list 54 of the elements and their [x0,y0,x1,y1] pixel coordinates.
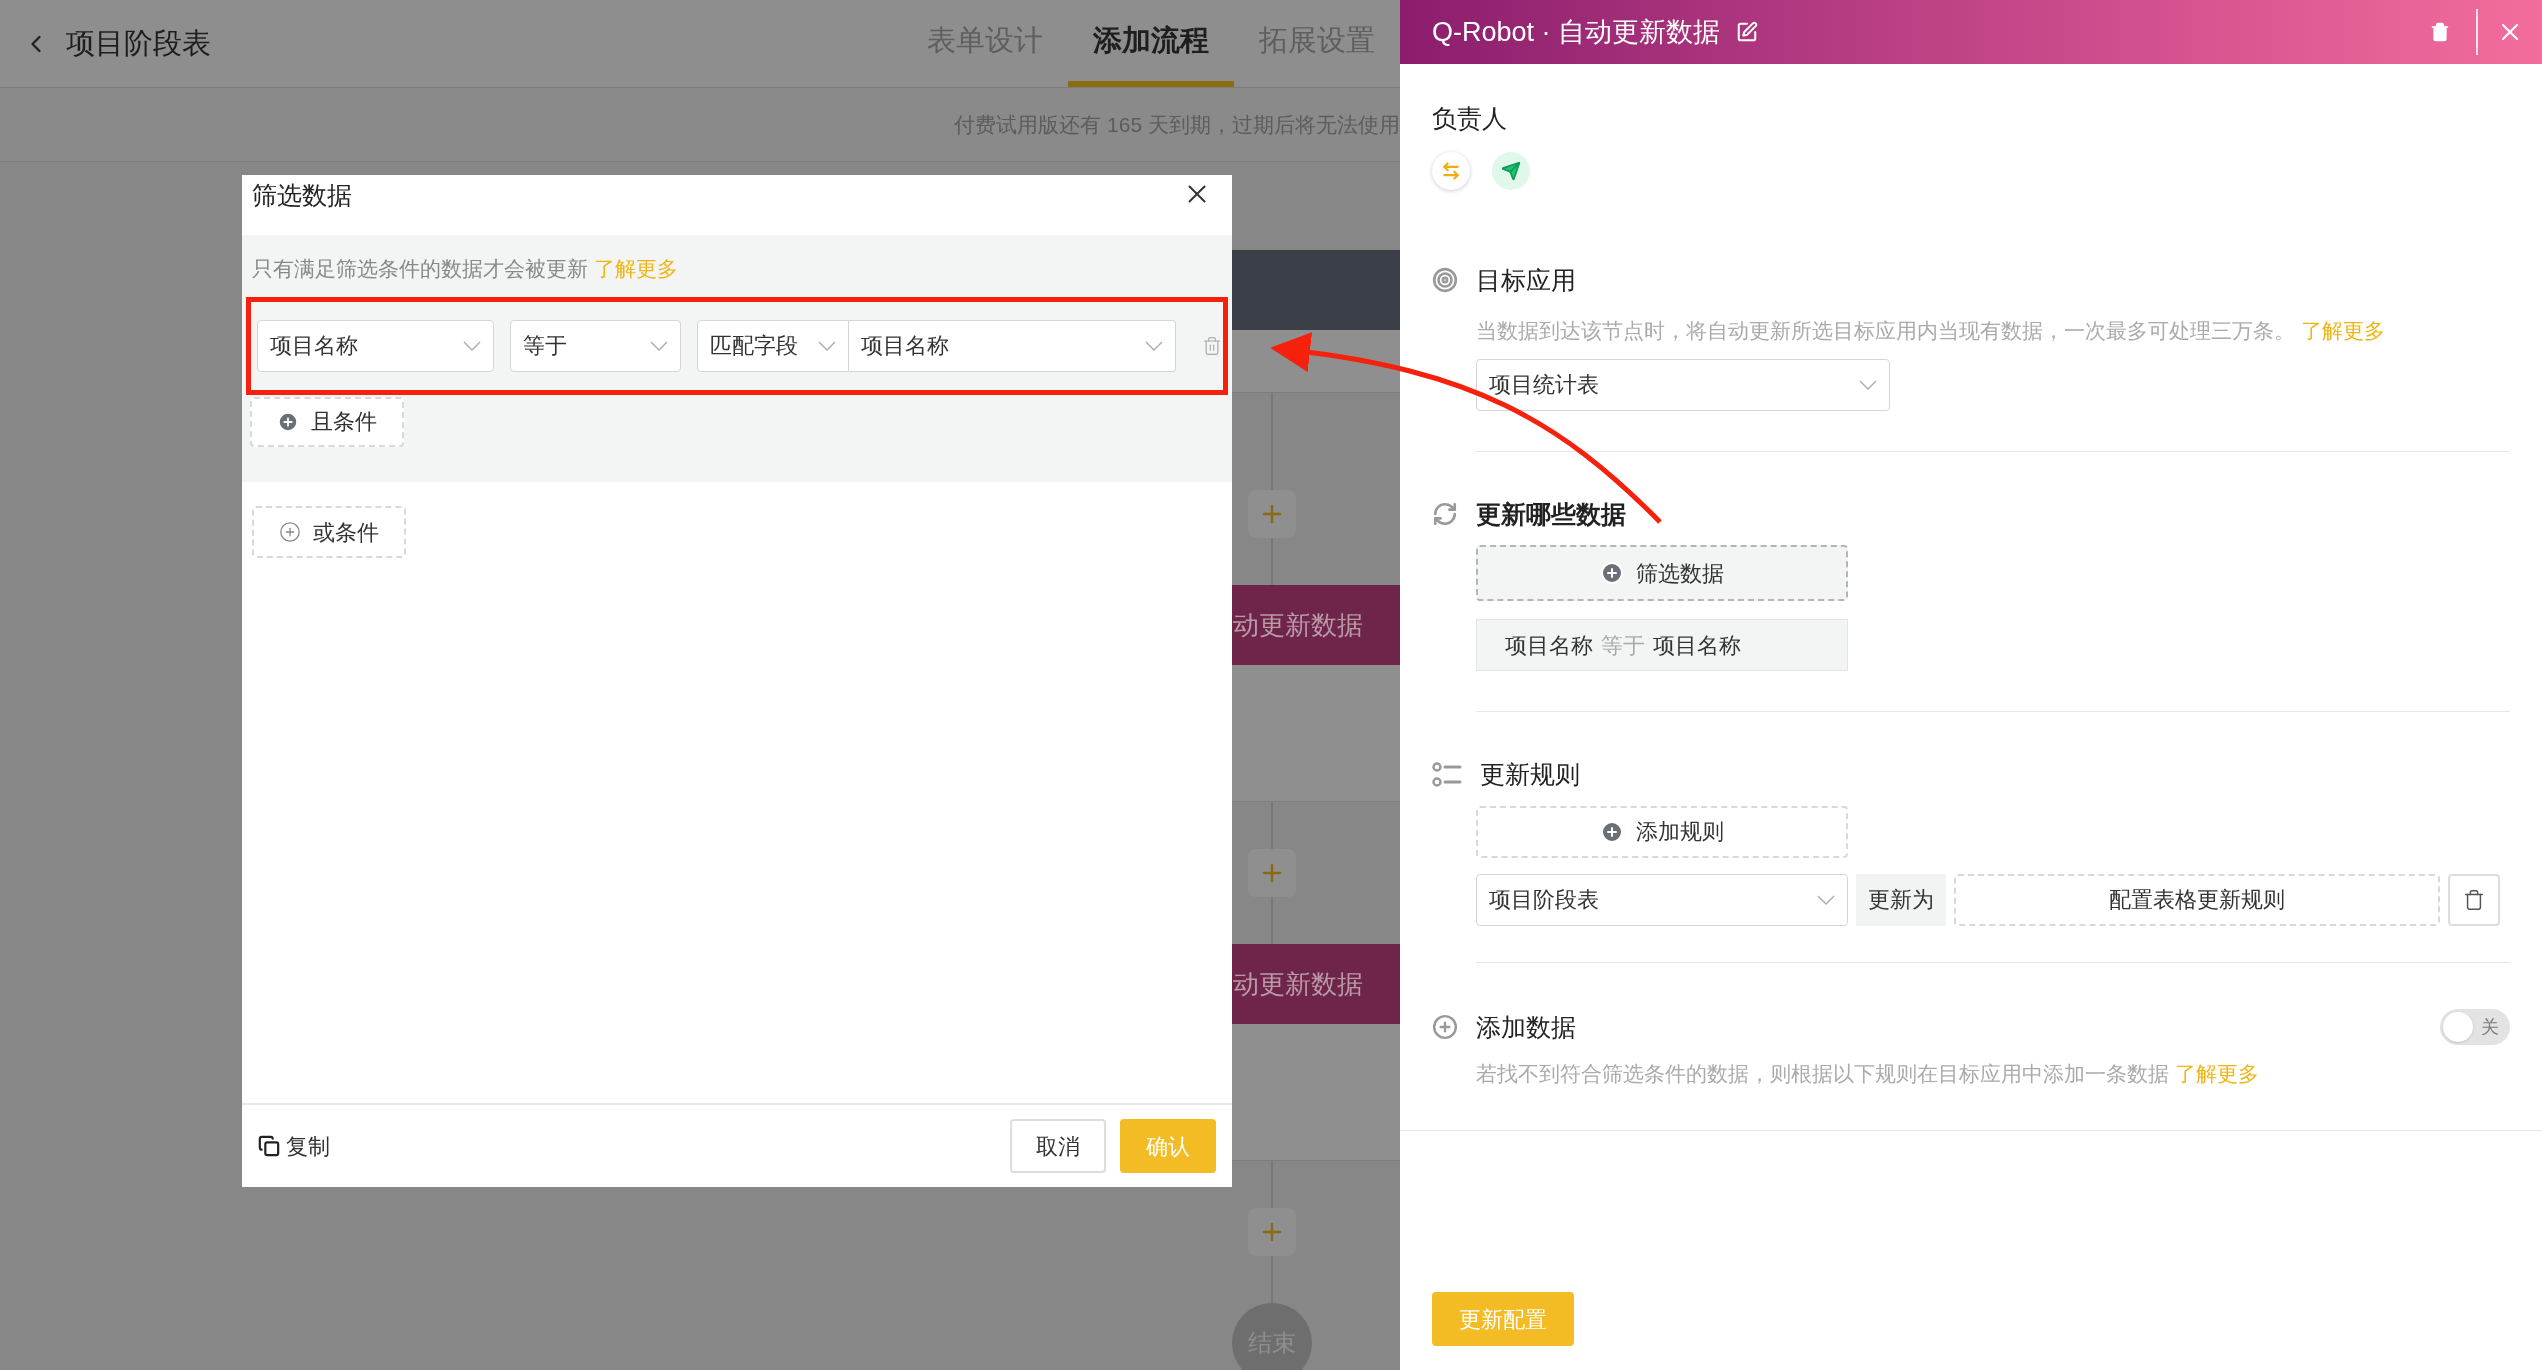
value-select[interactable]: 项目名称 [849,319,1176,372]
chevron-down-icon [1817,894,1835,905]
plus-circle-icon [277,410,299,433]
copy-icon [258,1135,280,1157]
trash-icon [2463,888,2485,911]
delete-button[interactable] [2448,873,2500,926]
plus-circle-icon [1432,1014,1458,1041]
section-description: 若找不到符合筛选条件的数据，则根据以下规则在目标应用中添加一条数据 了解更多 [1475,1061,2260,1087]
field-select[interactable]: 项目名称 [257,319,494,372]
match-type-select[interactable]: 匹配字段 [697,319,849,372]
chevron-down-icon [1859,379,1877,390]
add-node-button[interactable] [1248,490,1296,538]
filter-data-button[interactable]: 筛选数据 [1476,545,1848,601]
section-label: 负责人 [1432,103,1508,134]
add-rule-button[interactable]: 添加规则 [1476,805,1848,858]
and-condition-button[interactable]: 且条件 [250,396,404,447]
flow-node-title[interactable]: 动更新数据 [1232,944,1400,1024]
summary-value: 项目名称 [1653,631,1741,660]
summary-field: 项目名称 [1505,628,1593,662]
field-select[interactable]: 项目阶段表 [1476,873,1848,926]
edit-icon[interactable] [1736,21,1759,43]
cancel-button[interactable]: 取消 [1010,1119,1106,1173]
chevron-down-icon [818,340,836,351]
operator-select[interactable]: 等于 [510,319,681,372]
send-icon[interactable] [1492,151,1530,190]
drawer-title: Q-Robot · 自动更新数据 [1432,15,1721,49]
app-select[interactable]: 项目统计表 [1476,358,1890,411]
chevron-down-icon [650,340,668,351]
chevron-down-icon [463,340,481,351]
swap-icon[interactable] [1432,151,1470,190]
chevron-down-icon [1145,340,1163,351]
target-icon [1432,267,1458,294]
section-title: 目标应用 [1476,264,1576,296]
hint-text: 只有满足筛选条件的数据才会被更新 了解更多 [252,256,679,282]
section-title: 添加数据 [1476,1011,1576,1043]
refresh-icon [1432,501,1458,528]
or-condition-button[interactable]: 或条件 [252,506,406,558]
delete-icon[interactable] [2430,21,2450,43]
configure-rule-button[interactable]: 配置表格更新规则 [1954,873,2440,926]
section-title: 更新规则 [1480,759,1580,790]
summary-operator: 等于 [1601,631,1645,660]
delete-icon[interactable] [1202,335,1222,356]
section-title: 更新哪些数据 [1476,498,1626,530]
page-title: 项目阶段表 [66,25,211,61]
add-node-button[interactable] [1248,849,1296,897]
list-icon [1432,761,1462,788]
section-description: 当数据到达该节点时，将自动更新所选目标应用内当现有数据，一次最多可处理三万条。 了解更多 [1476,318,2386,344]
copy-button[interactable]: 复制 [258,1129,330,1163]
flow-node-title[interactable]: 动更新数据 [1232,585,1400,665]
plus-circle-icon [1600,561,1624,585]
connector-label: 更新为 [1856,873,1946,926]
add-node-button[interactable] [1248,1208,1296,1256]
plus-circle-icon [279,521,301,543]
dialog-title: 筛选数据 [252,180,352,211]
